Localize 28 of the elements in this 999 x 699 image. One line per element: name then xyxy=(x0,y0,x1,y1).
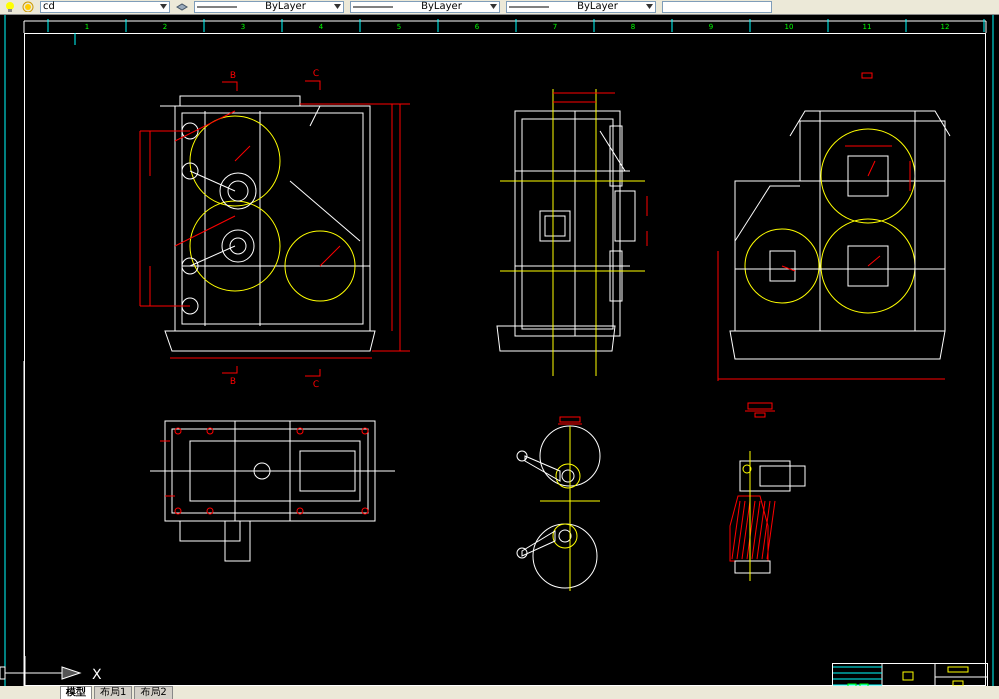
section-mark-icon xyxy=(222,365,238,373)
bylayer-dropdown[interactable]: ByLayer xyxy=(506,0,656,13)
caret-icon xyxy=(646,4,653,10)
detail-title-drawing xyxy=(744,402,776,417)
caret-icon xyxy=(160,4,167,10)
section-mark-icon xyxy=(304,80,320,90)
section-mark-icon xyxy=(304,368,320,376)
caret-icon xyxy=(334,4,341,10)
bylayer-dropdown[interactable]: ByLayer xyxy=(194,0,344,13)
lightbulb-icon[interactable] xyxy=(4,1,16,12)
layout-tab[interactable]: 布局1 xyxy=(94,686,132,699)
section-label: B xyxy=(230,376,236,386)
axis-label: X xyxy=(92,666,102,682)
section-label: B xyxy=(230,70,236,80)
bylayer-dropdown[interactable]: ByLayer xyxy=(350,0,500,13)
section-mark-icon xyxy=(222,81,238,91)
detail-title-drawing xyxy=(558,416,582,424)
layout-tab[interactable]: 布局2 xyxy=(134,686,173,699)
layers-icon[interactable] xyxy=(176,1,188,12)
section-label: C xyxy=(312,380,320,390)
view-title-drawing xyxy=(862,72,872,78)
sun-icon[interactable] xyxy=(22,1,34,12)
caret-icon xyxy=(490,4,497,10)
section-label: C xyxy=(312,68,320,78)
color-dropdown[interactable] xyxy=(662,0,772,13)
layout-tab[interactable]: 模型 xyxy=(60,686,92,699)
ucs-icon xyxy=(0,655,82,686)
layer-dropdown[interactable]: cd xyxy=(40,0,170,13)
